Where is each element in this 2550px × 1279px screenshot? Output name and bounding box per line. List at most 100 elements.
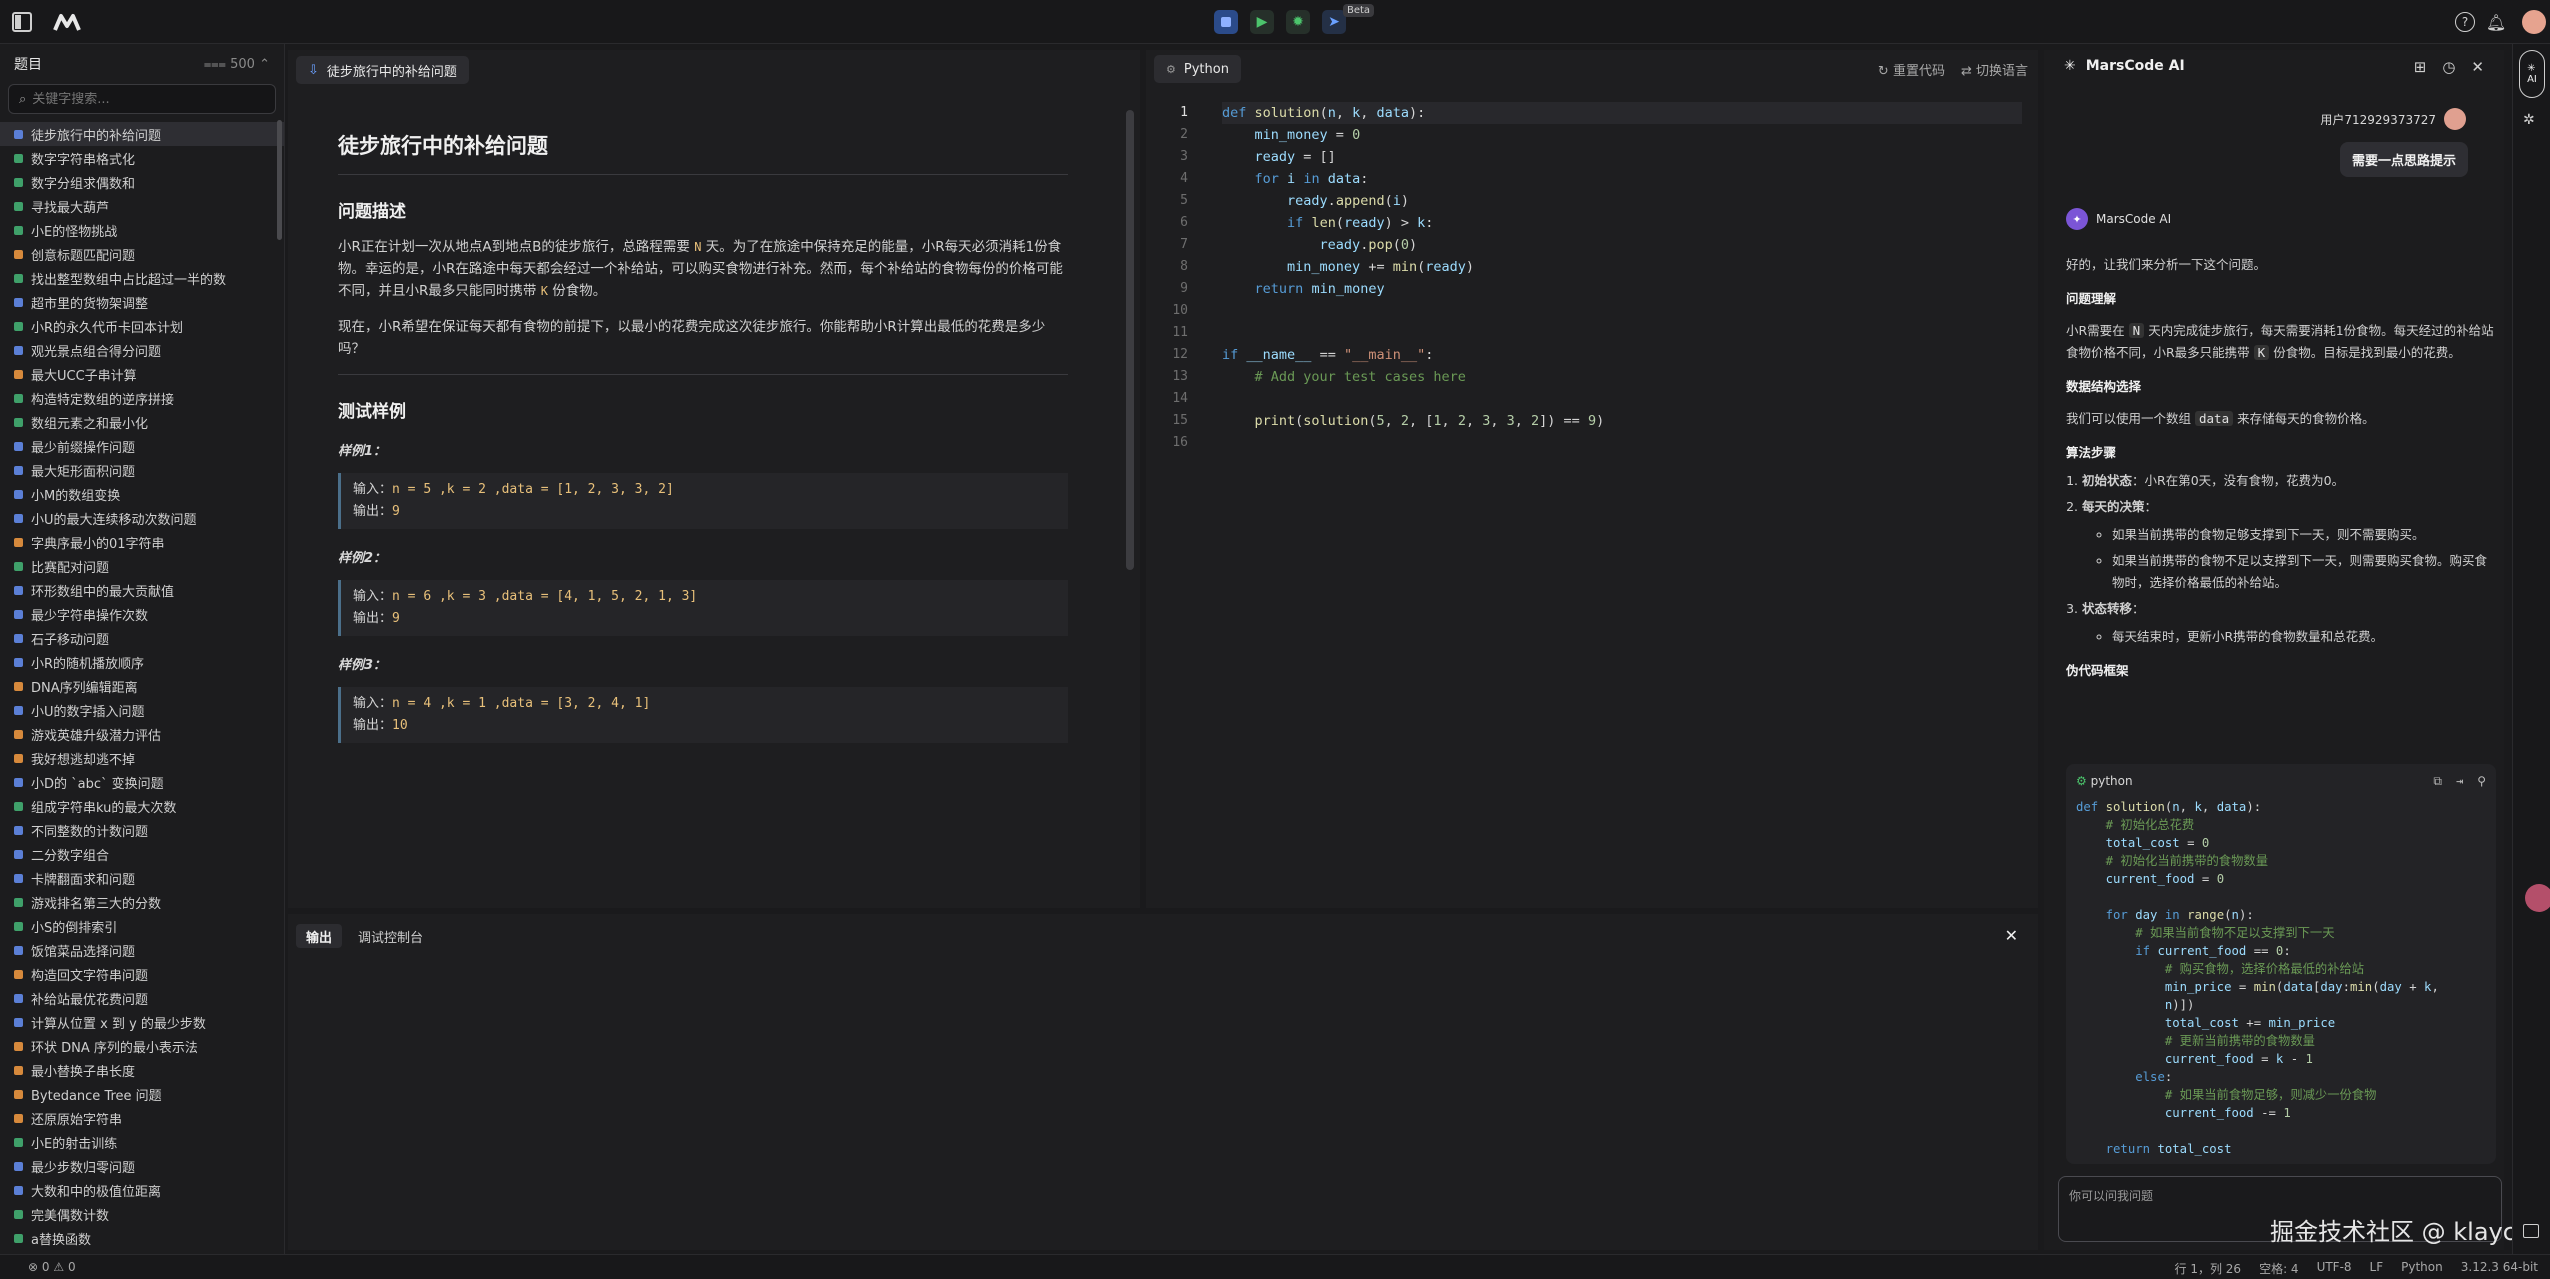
sidebar-problem-item[interactable]: 我好想逃却逃不掉 xyxy=(0,746,284,770)
search-input[interactable] xyxy=(32,91,265,107)
sidebar-problem-item[interactable]: 小U的数字插入问题 xyxy=(0,698,284,722)
sidebar-toggle-icon[interactable] xyxy=(12,12,32,32)
insert-icon[interactable]: ⇥ xyxy=(2456,774,2463,789)
problem-list-sidebar: 题目 ⩶ 500 ⌃ ⌕ 徒步旅行中的补给问题数字字符串格式化数字分组求偶数和寻… xyxy=(0,44,285,1254)
tab-debug-console[interactable]: 调试控制台 xyxy=(348,924,433,948)
bug-icon[interactable]: ✲ xyxy=(2523,112,2535,128)
copy-icon[interactable]: ⧉ xyxy=(2433,774,2442,789)
sidebar-problem-item[interactable]: 卡牌翻面求和问题 xyxy=(0,866,284,890)
sidebar-problem-item[interactable]: 环形数组中的最大贡献值 xyxy=(0,578,284,602)
sidebar-problem-item[interactable]: 寻找最大葫芦 xyxy=(0,194,284,218)
sidebar-problem-item[interactable]: 比赛配对问题 xyxy=(0,554,284,578)
language-mode[interactable]: Python xyxy=(2401,1260,2443,1277)
sidebar-problem-item[interactable]: 徒步旅行中的补给问题 xyxy=(0,122,284,146)
sidebar-problem-item[interactable]: 最少前缀操作问题 xyxy=(0,434,284,458)
sidebar-item-label: 找出整型数组中占比超过一半的数 xyxy=(31,272,227,288)
sidebar-scrollbar[interactable] xyxy=(277,120,282,240)
sidebar-problem-item[interactable]: 游戏英雄升级潜力评估 xyxy=(0,722,284,746)
sidebar-problem-item[interactable]: 小R的永久代币卡回本计划 xyxy=(0,314,284,338)
bot-avatar-icon: ✦ xyxy=(2066,208,2088,230)
help-icon[interactable]: ? xyxy=(2455,12,2475,32)
ai-rail-button[interactable]: ✳ AI xyxy=(2519,50,2545,98)
user-message: 需要一点思路提示 xyxy=(2339,142,2468,177)
sidebar-problem-item[interactable]: Bytedance Tree 问题 xyxy=(0,1082,284,1106)
sidebar-problem-item[interactable]: 超市里的货物架调整 xyxy=(0,290,284,314)
panel-toggle-icon[interactable] xyxy=(2523,1224,2539,1238)
history-icon[interactable]: ◷ xyxy=(2442,58,2455,76)
python-version[interactable]: 3.12.3 64-bit xyxy=(2461,1260,2538,1277)
problem-tab[interactable]: ⇩ 徒步旅行中的补给问题 xyxy=(296,56,469,84)
sidebar-problem-item[interactable]: 小E的怪物挑战 xyxy=(0,218,284,242)
search-box[interactable]: ⌕ xyxy=(8,84,276,114)
run-button[interactable]: ▶ xyxy=(1250,10,1274,34)
bell-icon[interactable]: 🔔︎ xyxy=(2486,11,2506,33)
sidebar-problem-item[interactable]: 补给站最优花费问题 xyxy=(0,986,284,1010)
difficulty-icon xyxy=(14,705,23,715)
tests-heading: 测试样例 xyxy=(338,402,406,422)
language-tab[interactable]: ⚙ Python xyxy=(1154,55,1241,83)
sidebar-problem-item[interactable]: 二分数字组合 xyxy=(0,842,284,866)
sidebar-problem-item[interactable]: 数字分组求偶数和 xyxy=(0,170,284,194)
sidebar-problem-item[interactable]: 计算从位置 x 到 y 的最少步数 xyxy=(0,1010,284,1034)
sidebar-problem-item[interactable]: 字典序最小的01字符串 xyxy=(0,530,284,554)
sidebar-item-label: 超市里的货物架调整 xyxy=(31,296,149,312)
sidebar-problem-item[interactable]: 最大UCC子串计算 xyxy=(0,362,284,386)
sidebar-item-label: DNA序列编辑距离 xyxy=(31,680,138,696)
encoding[interactable]: UTF-8 xyxy=(2317,1260,2352,1277)
debug-button[interactable]: ✹ xyxy=(1286,10,1310,34)
problem-scrollbar[interactable] xyxy=(1126,110,1134,570)
sidebar-problem-item[interactable]: 小R的随机播放顺序 xyxy=(0,650,284,674)
sidebar-problem-item[interactable]: 数组元素之和最小化 xyxy=(0,410,284,434)
reset-code-button[interactable]: ↻ 重置代码 xyxy=(1878,60,1945,79)
sidebar-problem-item[interactable]: 观光景点组合得分问题 xyxy=(0,338,284,362)
switch-language-button[interactable]: ⇄ 切换语言 xyxy=(1961,60,2028,79)
problem-count[interactable]: ⩶ 500 ⌃ xyxy=(204,57,270,72)
difficulty-icon xyxy=(14,489,23,499)
divider xyxy=(338,374,1068,375)
sidebar-problem-item[interactable]: 游戏排名第三大的分数 xyxy=(0,890,284,914)
pin-icon[interactable]: ⚲ xyxy=(2477,774,2486,789)
indent-setting[interactable]: 空格: 4 xyxy=(2259,1260,2299,1277)
sidebar-problem-item[interactable]: 完美偶数计数 xyxy=(0,1202,284,1226)
stop-button[interactable] xyxy=(1214,10,1238,34)
difficulty-icon xyxy=(14,465,23,475)
cursor-position[interactable]: 行 1，列 26 xyxy=(2175,1260,2242,1277)
close-icon[interactable]: ✕ xyxy=(2005,926,2018,945)
tab-output[interactable]: 输出 xyxy=(296,924,343,948)
close-icon[interactable]: ✕ xyxy=(2471,58,2484,76)
status-bar: ⊗ 0 ⚠ 0 行 1，列 26 空格: 4 UTF-8 LF Python 3… xyxy=(0,1254,2550,1279)
sidebar-problem-item[interactable]: 还原原始字符串 xyxy=(0,1106,284,1130)
sidebar-item-label: 完美偶数计数 xyxy=(31,1208,110,1224)
sidebar-problem-item[interactable]: 小S的倒排索引 xyxy=(0,914,284,938)
sidebar-problem-item[interactable]: 小E的射击训练 xyxy=(0,1130,284,1154)
sidebar-problem-item[interactable]: 构造特定数组的逆序拼接 xyxy=(0,386,284,410)
sidebar-problem-item[interactable]: 饭馆菜品选择问题 xyxy=(0,938,284,962)
chat-bubble-icon[interactable] xyxy=(2525,884,2550,912)
line-ending[interactable]: LF xyxy=(2370,1260,2384,1277)
problem-content: 徒步旅行中的补给问题 问题描述 小R正在计划一次从地点A到地点B的徒步旅行，总路… xyxy=(338,130,1068,743)
sidebar-problem-item[interactable]: a替换函数 xyxy=(0,1226,284,1250)
sidebar-problem-item[interactable]: 小M的数组变换 xyxy=(0,482,284,506)
sidebar-problem-item[interactable]: 创意标题匹配问题 xyxy=(0,242,284,266)
sidebar-problem-item[interactable]: 石子移动问题 xyxy=(0,626,284,650)
sidebar-problem-item[interactable]: 找出整型数组中占比超过一半的数 xyxy=(0,266,284,290)
sidebar-problem-item[interactable]: 最小替换子串长度 xyxy=(0,1058,284,1082)
sidebar-problem-item[interactable]: 最少字符串操作次数 xyxy=(0,602,284,626)
new-chat-icon[interactable]: ⊞ xyxy=(2414,58,2427,76)
sidebar-problem-item[interactable]: 小D的 `abc` 变换问题 xyxy=(0,770,284,794)
sidebar-problem-item[interactable]: 构造回文字符串问题 xyxy=(0,962,284,986)
sidebar-problem-item[interactable]: 组成字符串ku的最大次数 xyxy=(0,794,284,818)
sidebar-problem-item[interactable]: 不同整数的计数问题 xyxy=(0,818,284,842)
sidebar-problem-item[interactable]: 大数和中的极值位距离 xyxy=(0,1178,284,1202)
sidebar-problem-item[interactable]: DNA序列编辑距离 xyxy=(0,674,284,698)
sidebar-problem-item[interactable]: 数字字符串格式化 xyxy=(0,146,284,170)
sidebar-problem-item[interactable]: 小U的最大连续移动次数问题 xyxy=(0,506,284,530)
avatar[interactable] xyxy=(2522,10,2546,34)
code-area[interactable]: def solution(n, k, data): min_money = 0 … xyxy=(1222,102,2022,454)
sidebar-problem-item[interactable]: 最少步数归零问题 xyxy=(0,1154,284,1178)
sidebar-problem-item[interactable]: 最大矩形面积问题 xyxy=(0,458,284,482)
problems-indicator[interactable]: ⊗ 0 ⚠ 0 xyxy=(28,1260,76,1274)
sidebar-problem-item[interactable]: 环状 DNA 序列的最小表示法 xyxy=(0,1034,284,1058)
sidebar-item-label: 小U的最大连续移动次数问题 xyxy=(31,512,197,528)
sidebar-item-label: 我好想逃却逃不掉 xyxy=(31,752,136,768)
